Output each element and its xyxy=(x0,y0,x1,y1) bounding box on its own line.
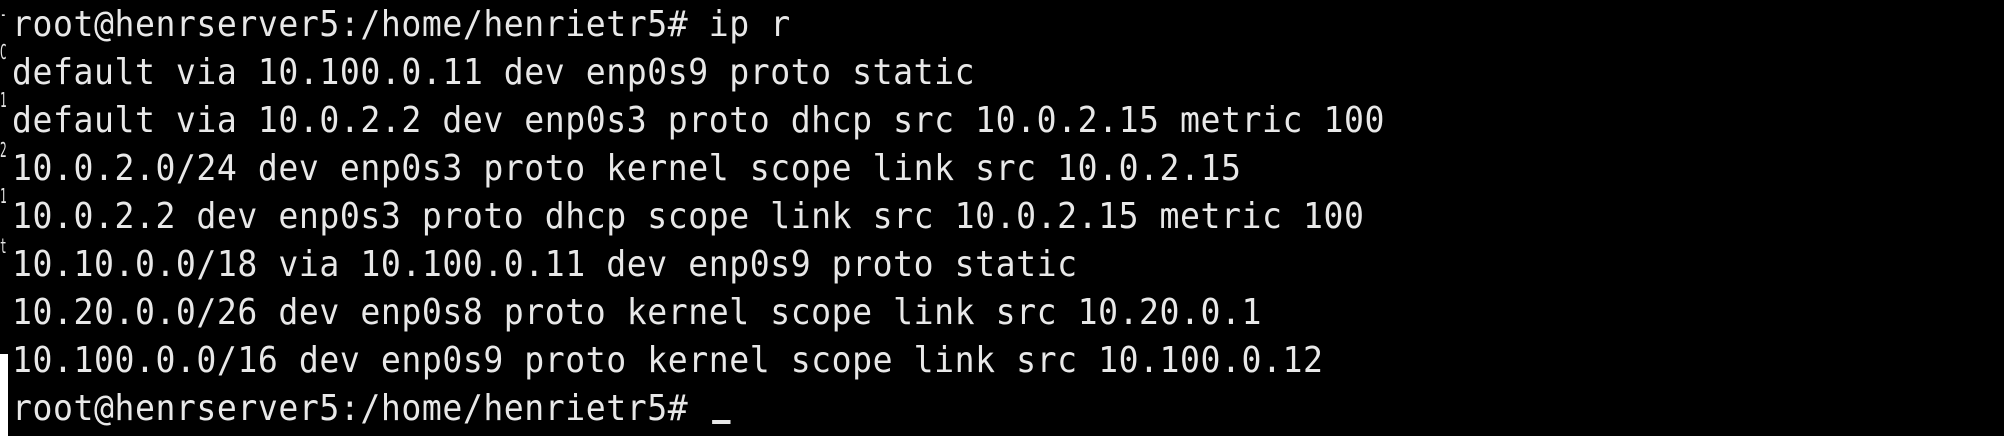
shell-prompt: root@henrserver5:/home/henrietr5# xyxy=(12,388,709,429)
command-line: root@henrserver5:/home/henrietr5# ip r xyxy=(12,4,791,45)
edge-char: 2 xyxy=(0,138,7,162)
edge-char: 1 xyxy=(0,88,7,112)
prompt-line[interactable]: root@henrserver5:/home/henrietr5# xyxy=(12,385,1385,433)
edge-char: 1 xyxy=(0,184,7,208)
route-line: default via 10.0.2.2 dev enp0s3 proto dh… xyxy=(12,100,1385,141)
text-cursor xyxy=(712,420,731,424)
route-line: default via 10.100.0.11 dev enp0s9 proto… xyxy=(12,52,976,93)
edge-char: - xyxy=(0,2,7,26)
background-window-edge: - C 1 2 1 t xyxy=(0,0,12,436)
edge-char: C xyxy=(0,40,7,64)
route-line: 10.20.0.0/26 dev enp0s8 proto kernel sco… xyxy=(12,292,1263,333)
route-line: 10.10.0.0/18 via 10.100.0.11 dev enp0s9 … xyxy=(12,244,1078,285)
route-line: 10.100.0.0/16 dev enp0s9 proto kernel sc… xyxy=(12,340,1324,381)
terminal-output: root@henrserver5:/home/henrietr5# ip r d… xyxy=(12,1,1504,433)
route-line: 10.0.2.2 dev enp0s3 proto dhcp scope lin… xyxy=(12,196,1365,237)
edge-char: t xyxy=(0,234,7,258)
background-window-strip xyxy=(0,354,8,436)
terminal-window[interactable]: - C 1 2 1 t root@henrserver5:/home/henri… xyxy=(0,0,2004,436)
route-line: 10.0.2.0/24 dev enp0s3 proto kernel scop… xyxy=(12,148,1242,189)
